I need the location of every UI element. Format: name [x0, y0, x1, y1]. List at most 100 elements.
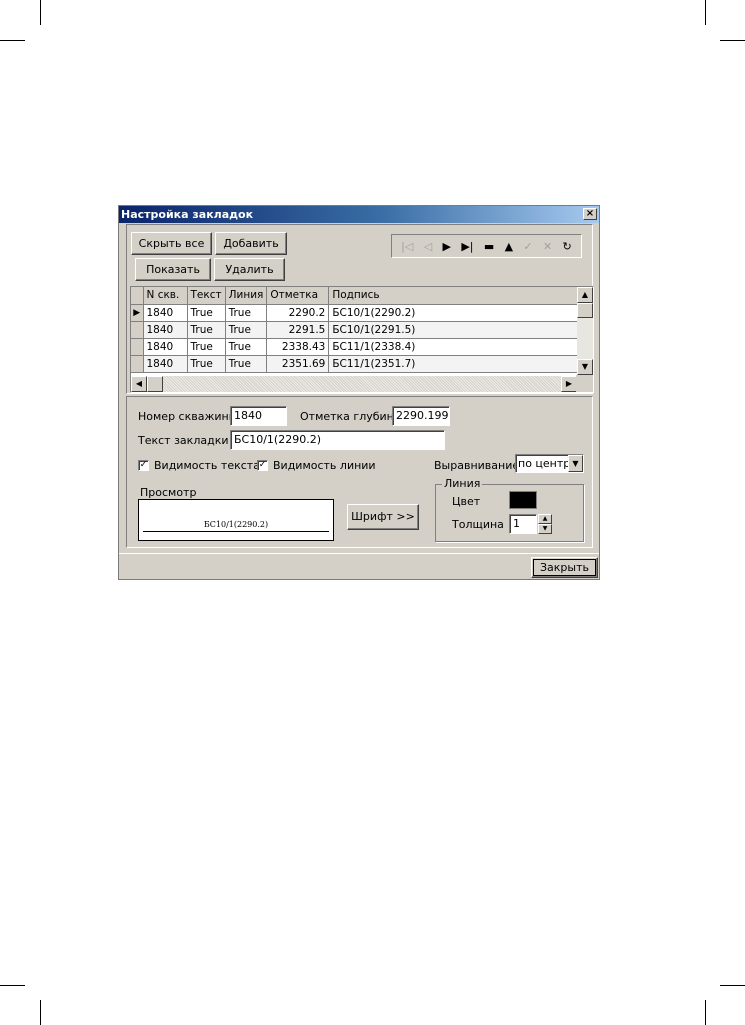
window-title: Настройка закладок	[121, 208, 254, 221]
delete-all-button[interactable]: Удалить все	[214, 258, 285, 297]
cell[interactable]: True	[187, 355, 226, 373]
scroll-left-icon[interactable]: ◀	[131, 376, 147, 392]
thickness-field[interactable]: 1	[509, 514, 537, 534]
grid-table: N скв. Текст Линия Отметка Подпись ▶ 184…	[131, 287, 586, 373]
cell[interactable]: True	[187, 304, 226, 322]
line-group-title: Линия	[442, 477, 483, 490]
line-visible-checkbox[interactable]: ✓	[257, 460, 268, 471]
line-color-swatch[interactable]	[509, 491, 537, 509]
prior-icon[interactable]: ◁	[424, 240, 432, 253]
row-indicator	[131, 355, 144, 373]
grid-header-row: N скв. Текст Линия Отметка Подпись	[131, 287, 586, 305]
close-button[interactable]: Закрыть	[531, 557, 598, 578]
table-row[interactable]: 1840 True True 2351.69 БС11/1(2351.7)	[131, 355, 586, 373]
delete-icon[interactable]: ▲	[505, 240, 513, 253]
column-header[interactable]: Линия	[225, 287, 268, 305]
cell[interactable]: True	[225, 321, 268, 339]
cell[interactable]: True	[187, 338, 226, 356]
insert-icon[interactable]: ▬	[484, 240, 494, 253]
cell[interactable]: 1840	[143, 304, 188, 322]
cell[interactable]: True	[187, 321, 226, 339]
cell[interactable]: БС11/1(2351.7)	[328, 355, 586, 373]
bookmark-text-label: Текст закладки	[138, 434, 229, 447]
text-visible-checkbox[interactable]: ✓	[138, 460, 149, 471]
add-button[interactable]: Добавить	[215, 232, 287, 255]
cell[interactable]: БС10/1(2290.2)	[328, 304, 586, 322]
bookmark-settings-dialog: Настройка закладок × Скрыть все Добавить…	[118, 205, 600, 580]
show-all-button[interactable]: Показать все	[135, 258, 211, 297]
color-label: Цвет	[452, 495, 481, 508]
column-header[interactable]: Отметка	[266, 287, 330, 305]
scroll-right-icon[interactable]: ▶	[561, 376, 577, 392]
scroll-down-icon[interactable]: ▼	[577, 359, 593, 375]
preview-box: БС10/1(2290.2)	[138, 499, 334, 541]
depth-mark-field[interactable]: 2290.199	[392, 406, 450, 426]
next-icon[interactable]: ▶	[443, 240, 451, 253]
scroll-thumb[interactable]	[147, 376, 163, 392]
vertical-scrollbar[interactable]: ▲ ▼	[577, 287, 593, 375]
cell[interactable]: 2338.43	[266, 338, 330, 356]
cell[interactable]: 2290.2	[266, 304, 330, 322]
row-indicator: ▶	[131, 304, 144, 322]
post-icon[interactable]: ✓	[523, 240, 532, 253]
column-header[interactable]: Текст	[187, 287, 226, 305]
spin-up-icon[interactable]: ▲	[538, 514, 552, 524]
refresh-icon[interactable]: ↻	[563, 240, 572, 253]
cell[interactable]: True	[225, 355, 268, 373]
cell[interactable]: 1840	[143, 355, 188, 373]
alignment-label: Выравнивание	[434, 459, 520, 472]
thickness-label: Толщина	[452, 518, 504, 531]
cell[interactable]: 2291.5	[266, 321, 330, 339]
preview-label: Просмотр	[140, 486, 197, 499]
cancel-icon[interactable]: ✕	[543, 240, 552, 253]
table-row[interactable]: 1840 True True 2338.43 БС11/1(2338.4)	[131, 338, 586, 356]
chevron-down-icon[interactable]: ▼	[568, 455, 583, 472]
cell[interactable]: True	[225, 338, 268, 356]
crop-mark	[0, 985, 25, 986]
scroll-up-icon[interactable]: ▲	[577, 287, 593, 303]
line-visible-label: Видимость линии	[273, 459, 376, 472]
row-indicator	[131, 321, 144, 339]
crop-mark	[40, 1000, 41, 1025]
table-row[interactable]: 1840 True True 2291.5 БС10/1(2291.5)	[131, 321, 586, 339]
table-row[interactable]: ▶ 1840 True True 2290.2 БС10/1(2290.2)	[131, 304, 586, 322]
preview-line	[143, 531, 329, 532]
well-number-label: Номер скважины	[138, 410, 238, 423]
last-icon[interactable]: ▶|	[461, 240, 473, 253]
grid-corner	[131, 287, 144, 305]
cell[interactable]: 1840	[143, 338, 188, 356]
close-icon[interactable]: ×	[583, 208, 597, 220]
hide-all-button[interactable]: Скрыть все	[131, 232, 212, 255]
first-icon[interactable]: |◁	[401, 240, 413, 253]
text-visible-label: Видимость текста	[154, 459, 260, 472]
bottom-bar	[119, 553, 599, 579]
crop-mark	[720, 985, 745, 986]
crop-mark	[40, 0, 41, 25]
preview-text: БС10/1(2290.2)	[203, 520, 269, 529]
depth-mark-label: Отметка глубины	[300, 410, 403, 423]
row-indicator	[131, 338, 144, 356]
well-number-field[interactable]: 1840	[230, 406, 287, 426]
alignment-select[interactable]: по центру ▼	[515, 454, 584, 473]
crop-mark	[720, 40, 745, 41]
cell[interactable]: БС10/1(2291.5)	[328, 321, 586, 339]
cell[interactable]: БС11/1(2338.4)	[328, 338, 586, 356]
horizontal-scrollbar[interactable]: ◀ ▶	[131, 376, 577, 392]
scroll-corner	[576, 375, 593, 392]
column-header[interactable]: Подпись	[328, 287, 586, 305]
crop-mark	[0, 40, 25, 41]
spin-down-icon[interactable]: ▼	[538, 524, 552, 534]
crop-mark	[705, 1000, 706, 1025]
thickness-spinner[interactable]: ▲ ▼	[538, 514, 552, 534]
column-header[interactable]: N скв.	[143, 287, 188, 305]
crop-mark	[705, 0, 706, 25]
bookmarks-grid[interactable]: N скв. Текст Линия Отметка Подпись ▶ 184…	[130, 286, 594, 393]
title-bar[interactable]: Настройка закладок ×	[119, 206, 599, 223]
cell[interactable]: 1840	[143, 321, 188, 339]
cell[interactable]: True	[225, 304, 268, 322]
bookmark-text-field[interactable]: БС10/1(2290.2)	[230, 430, 445, 450]
scroll-thumb[interactable]	[577, 303, 593, 318]
font-button[interactable]: Шрифт >>	[347, 504, 419, 530]
cell[interactable]: 2351.69	[266, 355, 330, 373]
db-navigator: |◁ ◁ ▶ ▶| ▬ ▲ ✓ ✕ ↻	[391, 234, 582, 258]
